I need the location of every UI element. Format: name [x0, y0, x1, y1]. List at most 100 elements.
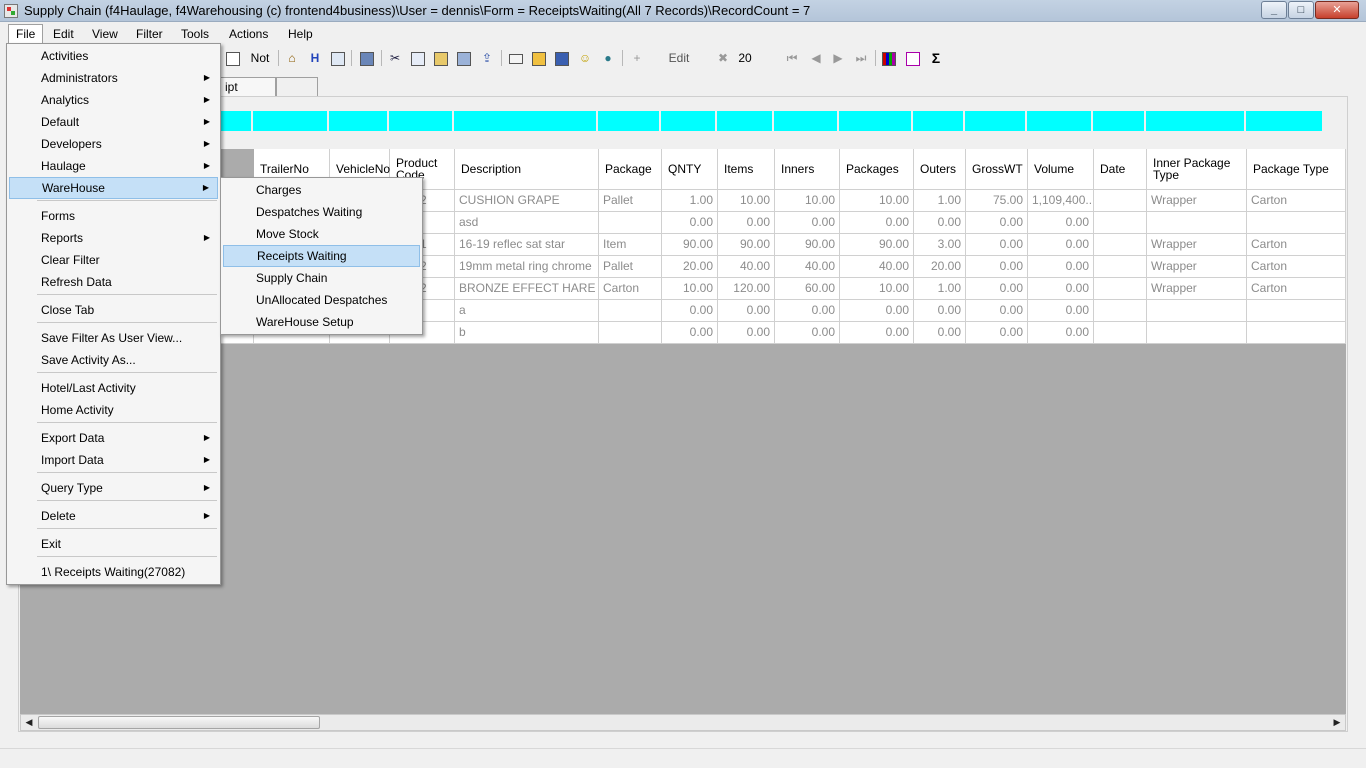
cut-icon[interactable]: ✂ — [386, 48, 404, 68]
warehouse-menu-item[interactable]: Charges — [223, 179, 420, 201]
window-maximize-icon[interactable]: □ — [1288, 1, 1314, 19]
table-cell-pkg-type[interactable]: Carton — [1247, 234, 1346, 256]
table-cell-outers[interactable]: 3.00 — [914, 234, 966, 256]
file-menu-item[interactable]: Default ▶ — [9, 111, 218, 133]
table-cell-volume[interactable]: 0.00 — [1028, 256, 1094, 278]
table-cell-package[interactable]: Pallet — [599, 190, 662, 212]
warehouse-menu-item[interactable]: Despatches Waiting — [223, 201, 420, 223]
table-cell-description[interactable]: asd — [455, 212, 599, 234]
table-cell-volume[interactable]: 0.00 — [1028, 234, 1094, 256]
table-cell-qnty[interactable]: 0.00 — [662, 212, 718, 234]
table-cell-grosswt[interactable]: 0.00 — [966, 322, 1028, 344]
table-cell-grosswt[interactable]: 0.00 — [966, 300, 1028, 322]
filter-cell[interactable] — [454, 111, 596, 131]
column-header[interactable]: Packages — [840, 149, 914, 190]
file-menu-item[interactable]: Close Tab — [9, 299, 218, 321]
column-header[interactable]: GrossWT — [966, 149, 1028, 190]
table-cell-outers[interactable]: 0.00 — [914, 300, 966, 322]
filter-cell[interactable] — [965, 111, 1025, 131]
table-cell-items[interactable]: 90.00 — [718, 234, 775, 256]
table-cell-packages[interactable]: 90.00 — [840, 234, 914, 256]
table-cell-inners[interactable]: 10.00 — [775, 190, 840, 212]
add-icon[interactable]: + — [628, 48, 646, 68]
table-cell-packages[interactable]: 40.00 — [840, 256, 914, 278]
table-cell-description[interactable]: 16-19 reflec sat star — [455, 234, 599, 256]
table-cell-packages[interactable]: 0.00 — [840, 300, 914, 322]
table-cell-grosswt[interactable]: 0.00 — [966, 212, 1028, 234]
table-cell-date[interactable] — [1094, 300, 1147, 322]
file-menu-item[interactable]: Refresh Data — [9, 271, 218, 293]
filter-cell[interactable] — [389, 111, 452, 131]
file-menu-item[interactable]: Forms — [9, 205, 218, 227]
warehouse-menu-item[interactable]: WareHouse Setup — [223, 311, 420, 333]
upload-icon[interactable]: ⇪ — [478, 48, 496, 68]
table-cell-package[interactable] — [599, 322, 662, 344]
table-cell-items[interactable]: 0.00 — [718, 300, 775, 322]
file-menu-item[interactable]: Home Activity — [9, 399, 218, 421]
app-icon[interactable] — [4, 4, 18, 18]
filter-cell[interactable] — [329, 111, 387, 131]
table-cell-grosswt[interactable]: 75.00 — [966, 190, 1028, 212]
table-cell-date[interactable] — [1094, 212, 1147, 234]
table-cell-description[interactable]: a — [455, 300, 599, 322]
table-cell-qnty[interactable]: 0.00 — [662, 322, 718, 344]
filter-cell[interactable] — [839, 111, 911, 131]
menu-actions[interactable]: Actions — [222, 24, 275, 44]
filter-cell[interactable] — [1146, 111, 1244, 131]
table-cell-date[interactable] — [1094, 190, 1147, 212]
h-button[interactable]: H — [306, 48, 324, 68]
table-cell-packages[interactable]: 0.00 — [840, 212, 914, 234]
filter-cell[interactable] — [1093, 111, 1144, 131]
table-cell-description[interactable]: 19mm metal ring chrome — [455, 256, 599, 278]
scroll-left-icon[interactable]: ◀ — [21, 715, 37, 730]
warehouse-menu-item[interactable]: Move Stock — [223, 223, 420, 245]
table-cell-pkg-type[interactable] — [1247, 300, 1346, 322]
horizontal-scrollbar[interactable]: ◀ ▶ — [20, 714, 1346, 731]
file-menu-item[interactable]: Query Type ▶ — [9, 477, 218, 499]
file-menu-item[interactable]: Exit — [9, 533, 218, 555]
filter-cell[interactable] — [253, 111, 327, 131]
table-cell-inners[interactable]: 60.00 — [775, 278, 840, 300]
calculator-icon[interactable] — [358, 48, 376, 68]
file-menu-item[interactable]: Delete ▶ — [9, 505, 218, 527]
warehouse-menu-item[interactable]: Receipts Waiting — [223, 245, 420, 267]
filter-cell[interactable] — [1246, 111, 1322, 131]
table-cell-outers[interactable]: 20.00 — [914, 256, 966, 278]
filter-icon[interactable] — [224, 48, 242, 68]
file-menu-item[interactable]: Import Data ▶ — [9, 449, 218, 471]
filter-cell[interactable] — [717, 111, 772, 131]
table-cell-package[interactable]: Pallet — [599, 256, 662, 278]
table-cell-pkg-type[interactable]: Carton — [1247, 190, 1346, 212]
filter-cell[interactable] — [598, 111, 659, 131]
filter-cell[interactable] — [1027, 111, 1091, 131]
column-header[interactable]: Date — [1094, 149, 1147, 190]
email-icon[interactable] — [507, 48, 525, 68]
table-cell-package[interactable]: Item — [599, 234, 662, 256]
menu-tools[interactable]: Tools — [174, 24, 216, 44]
table-cell-pkg-type[interactable] — [1247, 322, 1346, 344]
table-cell-inners[interactable]: 0.00 — [775, 322, 840, 344]
file-menu-item[interactable]: Activities — [9, 45, 218, 67]
scroll-thumb[interactable] — [38, 716, 320, 729]
last-record-icon[interactable]: ⏭ — [852, 48, 870, 68]
not-button[interactable]: Not — [248, 48, 272, 68]
table-cell-date[interactable] — [1094, 322, 1147, 344]
table-cell-outers[interactable]: 0.00 — [914, 322, 966, 344]
preview-icon[interactable] — [904, 48, 922, 68]
column-header[interactable]: Volume — [1028, 149, 1094, 190]
table-cell-packages[interactable]: 10.00 — [840, 278, 914, 300]
table-cell-package[interactable] — [599, 300, 662, 322]
table-cell-grosswt[interactable]: 0.00 — [966, 278, 1028, 300]
menu-filter[interactable]: Filter — [129, 24, 170, 44]
file-menu-item[interactable]: 1\ Receipts Waiting(27082) — [9, 561, 218, 583]
file-menu-item[interactable]: Export Data ▶ — [9, 427, 218, 449]
filter-cell[interactable] — [913, 111, 963, 131]
sum-icon[interactable]: Σ — [927, 48, 945, 68]
warehouse-menu-item[interactable]: UnAllocated Despatches — [223, 289, 420, 311]
menu-help[interactable]: Help — [281, 24, 320, 44]
window-close-icon[interactable]: ✕ — [1315, 1, 1359, 19]
column-header[interactable]: Items — [718, 149, 775, 190]
table-cell-date[interactable] — [1094, 278, 1147, 300]
table-cell-package[interactable]: Carton — [599, 278, 662, 300]
table-cell-packages[interactable]: 0.00 — [840, 322, 914, 344]
